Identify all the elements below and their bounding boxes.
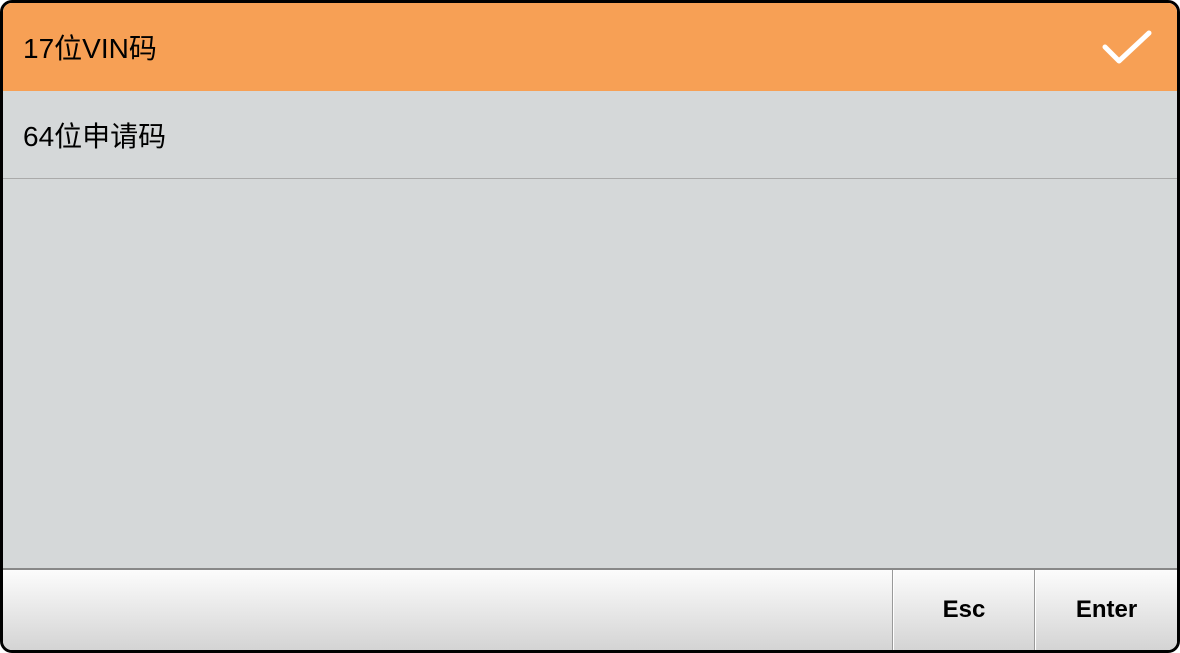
check-icon bbox=[1101, 27, 1153, 67]
dialog-container: 17位VIN码 64位申请码 Esc Enter bbox=[0, 0, 1180, 653]
esc-button[interactable]: Esc bbox=[893, 570, 1035, 650]
option-vin-17[interactable]: 17位VIN码 bbox=[3, 3, 1177, 91]
button-bar: Esc Enter bbox=[3, 568, 1177, 650]
esc-button-label: Esc bbox=[943, 596, 986, 624]
enter-button[interactable]: Enter bbox=[1035, 570, 1177, 650]
options-list: 17位VIN码 64位申请码 bbox=[3, 3, 1177, 568]
option-label: 17位VIN码 bbox=[23, 27, 157, 67]
button-spacer bbox=[3, 570, 893, 650]
enter-button-label: Enter bbox=[1076, 596, 1137, 624]
option-request-64[interactable]: 64位申请码 bbox=[3, 91, 1177, 179]
option-label: 64位申请码 bbox=[23, 115, 166, 155]
